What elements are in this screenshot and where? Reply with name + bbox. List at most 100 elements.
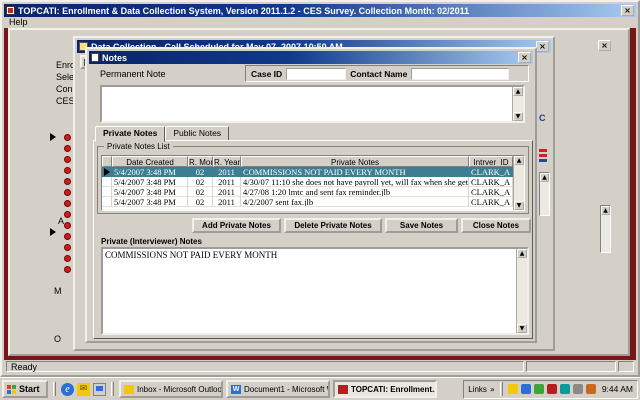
private-notes-tab-page: Private Notes List Date Created R. Mon R… (93, 140, 533, 339)
tray-icon-1[interactable] (508, 384, 518, 394)
close-icon[interactable]: × (621, 5, 634, 16)
outlook-quicklaunch-icon[interactable]: ✉ (77, 383, 90, 396)
record-dot (64, 233, 71, 240)
table-row[interactable]: 5/4/2007 3:48 PM 02 2011 4/30/07 11:10 s… (102, 177, 524, 187)
table-row[interactable]: 5/4/2007 3:48 PM 02 2011 4/27/08 1:20 lm… (102, 187, 524, 197)
main-titlebar[interactable]: TOPCATI: Enrollment & Data Collection Sy… (4, 4, 636, 17)
case-id-field[interactable] (286, 68, 346, 80)
record-dot (64, 145, 71, 152)
toolbar-grip[interactable] (500, 382, 503, 396)
header-r-year[interactable]: R. Year (213, 156, 241, 167)
record-dot (64, 156, 71, 163)
cell-interviewer: CLARK_A (469, 177, 513, 187)
task-label: TOPCATI: Enrollment... (351, 385, 437, 394)
chevron-icon[interactable]: » (490, 385, 495, 394)
table-row[interactable]: 5/4/2007 3:48 PM 02 2011 COMMISSIONS NOT… (102, 167, 524, 177)
header-private-notes[interactable]: Private Notes (241, 156, 469, 167)
cell-note: 4/2/2007 sent fax.jlb (241, 197, 469, 207)
table-row[interactable]: 5/4/2007 3:48 PM 02 2011 4/2/2007 sent f… (102, 197, 524, 207)
statusbar: Ready (4, 360, 636, 373)
interviewer-notes-text: COMMISSIONS NOT PAID EVERY MONTH (103, 249, 527, 261)
tab-private-notes[interactable]: Private Notes (95, 126, 165, 142)
cell-date-created: 5/4/2007 3:48 PM (112, 197, 188, 207)
record-arrow-icon (50, 228, 56, 236)
tray-icon-2[interactable] (521, 384, 531, 394)
case-header-panel: Case ID Contact Name (245, 65, 529, 82)
cell-r-year: 2011 (213, 187, 241, 197)
record-dot (64, 134, 71, 141)
permanent-note-label: Permanent Note (100, 69, 166, 79)
scroll-down-icon[interactable]: ▼ (513, 112, 523, 121)
interviewer-notes-scrollbar[interactable]: ▲ ▼ (516, 249, 527, 333)
record-dot (64, 189, 71, 196)
scroll-up-icon[interactable]: ▲ (517, 249, 527, 258)
close-icon[interactable]: × (598, 40, 611, 51)
scroll-up-icon[interactable]: ▲ (514, 156, 524, 165)
windows-logo-icon (7, 385, 16, 394)
scrollbar-fragment[interactable]: ▲ (539, 172, 550, 216)
close-notes-button[interactable]: Close Notes (461, 218, 531, 233)
header-intrver-id[interactable]: Intrver_ID (469, 156, 513, 167)
header-date-created[interactable]: Date Created (112, 156, 188, 167)
bg-label: M (54, 286, 62, 296)
grid-header-row: Date Created R. Mon R. Year Private Note… (102, 156, 524, 167)
toolbar-grip[interactable] (53, 382, 56, 396)
add-private-notes-button[interactable]: Add Private Notes (192, 218, 281, 233)
tray-icon-7[interactable] (586, 384, 596, 394)
tray-icon-6[interactable] (573, 384, 583, 394)
scroll-up-icon[interactable]: ▲ (601, 206, 610, 215)
toolbar-grip[interactable] (111, 382, 114, 396)
menubar: Help (4, 17, 636, 28)
cell-r-mon: 02 (188, 187, 213, 197)
notes-titlebar[interactable]: Notes × (89, 51, 533, 64)
interviewer-notes-textarea[interactable]: COMMISSIONS NOT PAID EVERY MONTH ▲ ▼ (101, 247, 529, 335)
delete-private-notes-button[interactable]: Delete Private Notes (284, 218, 382, 233)
taskbar-task-topcati[interactable]: TOPCATI: Enrollment... (333, 380, 437, 398)
topcati-icon (338, 385, 348, 394)
statusbar-panel (618, 361, 634, 372)
scroll-up-icon[interactable]: ▲ (513, 87, 523, 96)
bg-label: O (54, 334, 61, 344)
cell-interviewer: CLARK_A (469, 167, 513, 177)
interviewer-notes-label: Private (Interviewer) Notes (101, 237, 202, 246)
app-icon (6, 6, 15, 15)
menu-item-help[interactable]: Help (9, 17, 28, 27)
notes-window: Notes × Permanent Note Case ID Contact N… (85, 47, 537, 343)
outlook-icon (124, 385, 134, 394)
permanent-note-scrollbar[interactable]: ▲ ▼ (512, 87, 523, 121)
note-icon (91, 53, 99, 62)
tray-icon-5[interactable] (560, 384, 570, 394)
tray-icon-4[interactable] (547, 384, 557, 394)
main-title: TOPCATI: Enrollment & Data Collection Sy… (18, 6, 469, 16)
start-button[interactable]: Start (2, 380, 48, 398)
cell-r-mon: 02 (188, 197, 213, 207)
show-desktop-icon[interactable] (93, 383, 106, 396)
header-r-mon[interactable]: R. Mon (188, 156, 213, 167)
cell-date-created: 5/4/2007 3:48 PM (112, 177, 188, 187)
grid-scrollbar[interactable]: ▲ ▼ (513, 156, 524, 210)
scroll-down-icon[interactable]: ▼ (514, 201, 524, 210)
contact-name-field[interactable] (411, 68, 509, 80)
scrollbar-fragment[interactable]: ▲ (600, 205, 611, 253)
permanent-note-textarea[interactable]: ▲ ▼ (100, 85, 525, 123)
close-icon[interactable]: × (536, 41, 549, 52)
tray-icon-3[interactable] (534, 384, 544, 394)
task-label: Inbox - Microsoft Outlook (137, 385, 223, 394)
internet-explorer-icon[interactable]: e (61, 383, 74, 396)
cell-r-year: 2011 (213, 177, 241, 187)
cell-date-created: 5/4/2007 3:48 PM (112, 187, 188, 197)
scroll-up-icon[interactable]: ▲ (540, 173, 549, 182)
cell-date-created: 5/4/2007 3:48 PM (112, 167, 188, 177)
statusbar-panel (526, 361, 616, 372)
row-indicator (102, 197, 112, 207)
taskbar-task-word[interactable]: W Document1 - Microsoft W... (226, 380, 330, 398)
bg-label: Con (56, 84, 73, 94)
taskbar-task-outlook[interactable]: Inbox - Microsoft Outlook (119, 380, 223, 398)
record-dot (64, 222, 71, 229)
record-dot-column (64, 134, 71, 277)
links-toolbar-label[interactable]: Links (468, 385, 487, 394)
start-label: Start (19, 384, 40, 395)
save-notes-button[interactable]: Save Notes (385, 218, 458, 233)
scroll-down-icon[interactable]: ▼ (517, 324, 527, 333)
close-icon[interactable]: × (518, 52, 531, 63)
